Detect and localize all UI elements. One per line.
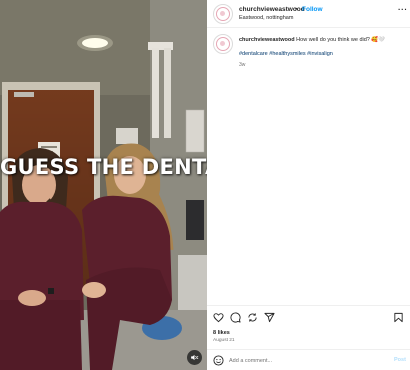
post-comment-button[interactable]: Post: [394, 357, 406, 363]
comment-input[interactable]: [229, 355, 379, 366]
follow-button[interactable]: Follow: [302, 6, 323, 13]
heart-icon[interactable]: [213, 312, 224, 323]
caption: churchvieweastwood How well do you think…: [239, 37, 405, 44]
caption-text: How well do you think we did? 🥰🤍: [296, 37, 386, 43]
share-icon[interactable]: [247, 312, 258, 323]
caption-timestamp: 3w: [239, 62, 246, 68]
speaker-muted-icon: [191, 354, 199, 361]
post-location[interactable]: Eastwood, nottingham: [239, 15, 293, 21]
separator-dot: •: [295, 6, 298, 13]
comment-bar: Post: [207, 349, 410, 370]
comment-icon[interactable]: [230, 312, 241, 323]
caption-avatar[interactable]: [213, 34, 233, 54]
video-caption-overlay: GUESS THE DENTAL: [0, 155, 207, 179]
action-bar: 8 likes August 21 Post: [207, 305, 410, 370]
send-icon[interactable]: [264, 312, 275, 323]
post-details-panel: churchvieweastwood • Follow Eastwood, no…: [207, 0, 410, 370]
mute-button[interactable]: [187, 350, 202, 365]
emoji-icon[interactable]: [213, 355, 224, 366]
post-header: churchvieweastwood • Follow Eastwood, no…: [207, 0, 410, 28]
post-date: August 21: [213, 338, 235, 343]
bookmark-icon[interactable]: [393, 312, 404, 323]
post-media[interactable]: GUESS THE DENTAL: [0, 0, 207, 370]
caption-username[interactable]: churchvieweastwood: [239, 37, 295, 43]
like-count[interactable]: 8 likes: [213, 330, 230, 336]
video-frame: [0, 0, 207, 370]
caption-hashtags[interactable]: #dentalcare #healthysmiles #invisalign: [239, 51, 333, 57]
avatar[interactable]: [213, 4, 233, 24]
more-options-button[interactable]: ···: [398, 5, 408, 14]
